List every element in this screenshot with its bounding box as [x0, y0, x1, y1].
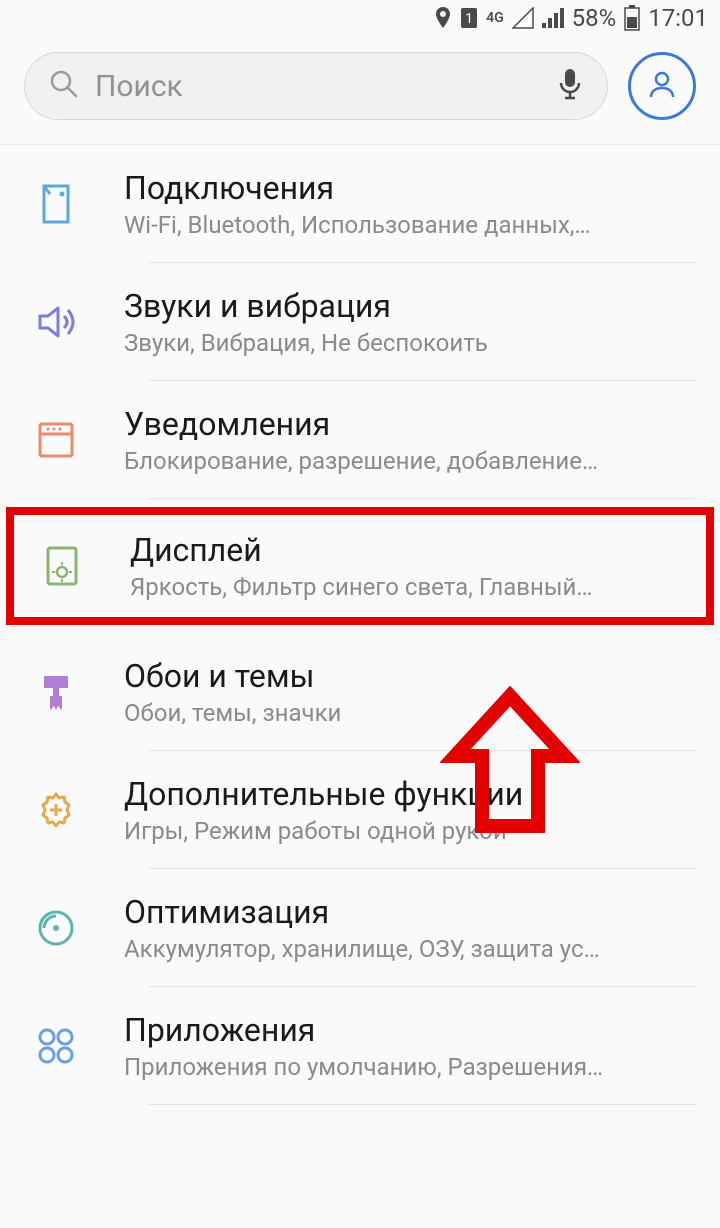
settings-item-text: Обои и темы Обои, темы, значки	[124, 657, 692, 727]
settings-item-title: Приложения	[124, 1011, 692, 1049]
settings-item-text: Дисплей Яркость, Фильтр синего света, Гл…	[130, 531, 686, 601]
settings-item-subtitle: Аккумулятор, хранилище, ОЗУ, защита ус…	[124, 935, 692, 963]
settings-item-text: Приложения Приложения по умолчанию, Разр…	[124, 1011, 692, 1081]
display-icon	[34, 538, 90, 594]
location-icon	[434, 7, 452, 29]
search-icon	[49, 69, 79, 103]
settings-item-title: Звуки и вибрация	[124, 287, 692, 325]
settings-item-text: Подключения Wi-Fi, Bluetooth, Использова…	[124, 169, 692, 239]
settings-item-title: Обои и темы	[124, 657, 692, 695]
search-header: Поиск	[0, 36, 720, 145]
settings-item-apps[interactable]: Приложения Приложения по умолчанию, Разр…	[0, 987, 720, 1105]
optimize-icon	[28, 900, 84, 956]
search-placeholder: Поиск	[95, 69, 541, 104]
settings-item-text: Дополнительные функции Игры, Режим работ…	[124, 775, 692, 845]
notifications-icon	[28, 412, 84, 468]
settings-item-display[interactable]: Дисплей Яркость, Фильтр синего света, Гл…	[6, 507, 714, 625]
settings-list: Подключения Wi-Fi, Bluetooth, Использова…	[0, 145, 720, 1105]
connections-icon	[28, 176, 84, 232]
settings-item-text: Оптимизация Аккумулятор, хранилище, ОЗУ,…	[124, 893, 692, 963]
sim-icon: 1	[460, 7, 478, 29]
clock: 17:01	[648, 4, 708, 32]
settings-item-sounds[interactable]: Звуки и вибрация Звуки, Вибрация, Не бес…	[0, 263, 720, 381]
settings-item-subtitle: Блокирование, разрешение, добавление…	[124, 447, 692, 475]
settings-item-wallpaper[interactable]: Обои и темы Обои, темы, значки	[0, 633, 720, 751]
gear-plus-icon	[28, 782, 84, 838]
settings-item-text: Звуки и вибрация Звуки, Вибрация, Не бес…	[124, 287, 692, 357]
settings-item-subtitle: Игры, Режим работы одной рукой	[124, 817, 692, 845]
settings-item-advanced[interactable]: Дополнительные функции Игры, Режим работ…	[0, 751, 720, 869]
settings-item-maintenance[interactable]: Оптимизация Аккумулятор, хранилище, ОЗУ,…	[0, 869, 720, 987]
settings-item-title: Дисплей	[130, 531, 686, 569]
settings-item-subtitle: Звуки, Вибрация, Не беспокоить	[124, 329, 692, 357]
settings-item-title: Уведомления	[124, 405, 692, 443]
apps-icon	[28, 1018, 84, 1074]
settings-item-title: Подключения	[124, 169, 692, 207]
sound-icon	[28, 294, 84, 350]
profile-button[interactable]	[628, 52, 696, 120]
signal-bars-icon	[542, 7, 564, 29]
settings-item-connections[interactable]: Подключения Wi-Fi, Bluetooth, Использова…	[0, 145, 720, 263]
settings-item-text: Уведомления Блокирование, разрешение, до…	[124, 405, 692, 475]
battery-percent: 58%	[572, 4, 617, 32]
network-4g-icon: 4G	[486, 10, 504, 26]
user-icon	[645, 67, 679, 105]
status-bar: 1 4G 58% 17:01	[0, 0, 720, 36]
settings-item-subtitle: Обои, темы, значки	[124, 699, 692, 727]
settings-item-title: Дополнительные функции	[124, 775, 692, 813]
settings-item-title: Оптимизация	[124, 893, 692, 931]
microphone-icon[interactable]	[557, 67, 583, 105]
settings-item-notifications[interactable]: Уведомления Блокирование, разрешение, до…	[0, 381, 720, 499]
search-input[interactable]: Поиск	[24, 52, 608, 120]
settings-item-subtitle: Приложения по умолчанию, Разрешения…	[124, 1053, 692, 1081]
battery-icon	[624, 5, 640, 31]
signal-triangle-icon	[512, 7, 534, 29]
svg-text:1: 1	[465, 11, 473, 27]
settings-item-subtitle: Wi-Fi, Bluetooth, Использование данных,…	[124, 211, 692, 239]
settings-item-subtitle: Яркость, Фильтр синего света, Главный…	[130, 573, 686, 601]
brush-icon	[28, 664, 84, 720]
